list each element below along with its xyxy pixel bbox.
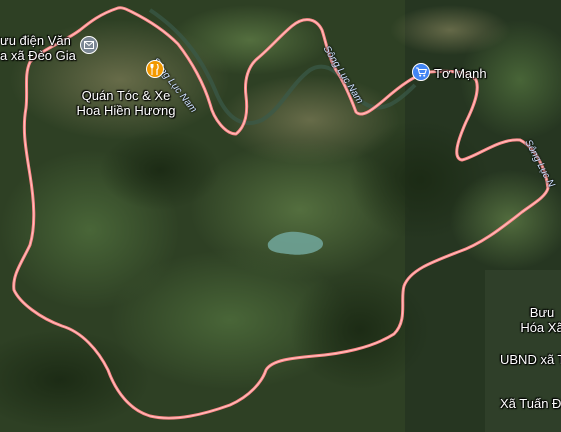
fork-knife-icon (150, 63, 159, 75)
shop-pin[interactable] (412, 63, 430, 81)
food-pin[interactable] (146, 60, 164, 78)
satellite-imagery (0, 0, 561, 432)
satellite-map[interactable]: Sông Lục Nam Sông Lục Nam Sông Lục N ưu … (0, 0, 561, 432)
xa-tuan-label[interactable]: Xã Tuấn Đ (500, 396, 561, 411)
shop-label[interactable]: Tơ Mạnh (434, 66, 487, 81)
post-office-label-line1: ưu điện Văn (0, 33, 71, 48)
post-office-pin[interactable] (80, 36, 98, 54)
post-office-right-label[interactable]: Bưu Hóa Xã (512, 305, 561, 335)
envelope-icon (84, 41, 94, 49)
post-office-right-line2: Hóa Xã (520, 320, 561, 335)
barber-label[interactable]: Quán Tóc & Xe Hoa Hiền Hương (72, 88, 180, 118)
post-office-right-line1: Bưu (529, 305, 555, 320)
barber-label-line2: Hoa Hiền Hương (76, 103, 176, 118)
post-office-label-line2: a xã Đèo Gia (0, 48, 76, 63)
ubnd-label[interactable]: UBND xã T (500, 352, 561, 367)
shopping-cart-icon (415, 67, 427, 77)
barber-label-line1: Quán Tóc & Xe (81, 88, 171, 103)
post-office-label[interactable]: ưu điện Văn a xã Đèo Gia (0, 33, 76, 63)
